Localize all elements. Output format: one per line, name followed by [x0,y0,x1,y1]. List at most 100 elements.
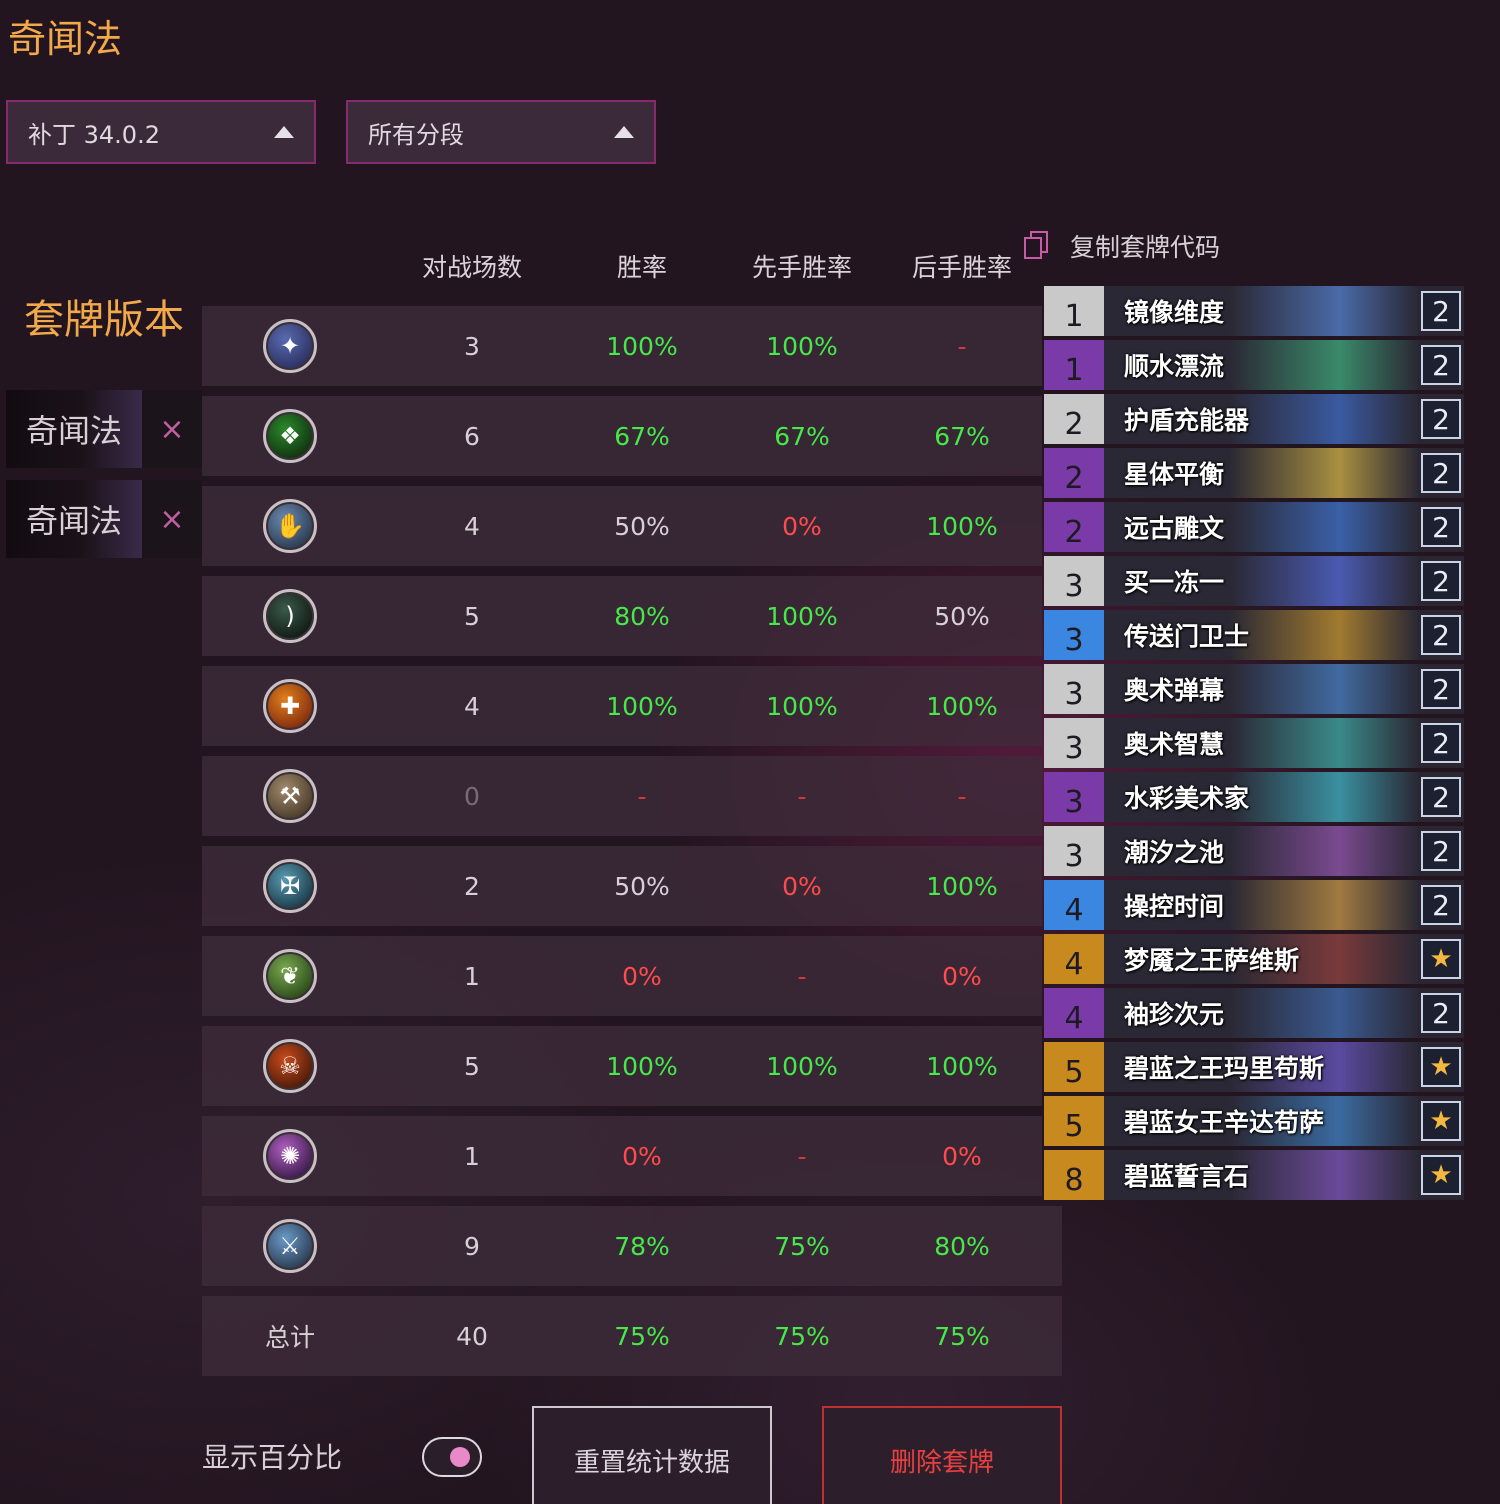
card-name: 奥术弹幕 [1104,664,1418,714]
version-name[interactable]: 奇闻法 [6,390,142,468]
card-count: 2 [1418,826,1464,876]
version-name[interactable]: 奇闻法 [6,480,142,558]
games-cell: 5 [464,1051,480,1081]
card-cost: 2 [1044,448,1104,498]
card-name: 碧蓝誓言石 [1104,1150,1418,1200]
show-percent-toggle[interactable] [422,1437,482,1477]
games-cell: 3 [464,331,480,361]
card-count: 2 [1418,664,1464,714]
card-count: 2 [1418,880,1464,930]
card-count-badge: 2 [1421,723,1461,763]
card-row[interactable]: 1 镜像维度 2 [1044,286,1464,336]
card-name: 水彩美术家 [1104,772,1418,822]
card-row[interactable]: 4 袖珍次元 2 [1044,988,1464,1038]
rank-dropdown[interactable]: 所有分段 [346,100,656,164]
card-row[interactable]: 3 奥术智慧 2 [1044,718,1464,768]
card-count-badge: 2 [1421,885,1461,925]
version-item[interactable]: 奇闻法 × [6,390,202,468]
copy-deck-code-button[interactable]: 复制套牌代码 [1024,226,1220,266]
card-name: 碧蓝女王辛达苟萨 [1104,1096,1418,1146]
card-count: 2 [1418,286,1464,336]
card-count: ★ [1418,1042,1464,1092]
header-winrate: 胜率 [616,253,667,282]
warlock-class-icon: ☠ [263,1039,317,1093]
card-cost: 2 [1044,502,1104,552]
second-winrate-cell: 0% [942,1141,982,1171]
matchup-row: ☠ 5 100% 100% 100% [202,1026,1042,1106]
rogue-class-icon: ❖ [263,409,317,463]
class-icon-cell: ❦ [210,936,370,1016]
class-icon-cell: ✦ [210,306,370,386]
close-icon[interactable]: × [142,390,202,468]
card-row[interactable]: 1 顺水漂流 2 [1044,340,1464,390]
card-row[interactable]: 8 碧蓝誓言石 ★ [1044,1150,1464,1200]
caret-up-icon [614,126,634,138]
second-winrate-cell: 100% [926,511,998,541]
version-item[interactable]: 奇闻法 × [6,480,202,558]
matchup-row: ✦ 3 100% 100% - [202,306,1042,386]
second-winrate-cell: 80% [934,1231,990,1261]
card-count-badge: 2 [1421,507,1461,547]
card-cost: 1 [1044,340,1104,390]
card-count: ★ [1418,934,1464,984]
card-count: 2 [1418,502,1464,552]
class-icon-cell: ✺ [210,1116,370,1196]
card-name: 顺水漂流 [1104,340,1418,390]
card-cost: 8 [1044,1150,1104,1200]
second-winrate-cell: 50% [934,601,990,631]
close-icon[interactable]: × [142,480,202,558]
copy-deck-code-label: 复制套牌代码 [1070,233,1221,262]
card-count: 2 [1418,556,1464,606]
card-count: ★ [1418,1096,1464,1146]
card-row[interactable]: 3 买一冻一 2 [1044,556,1464,606]
card-row[interactable]: 2 星体平衡 2 [1044,448,1464,498]
card-count: 2 [1418,718,1464,768]
card-name: 镜像维度 [1104,286,1418,336]
card-row[interactable]: 4 梦魇之王萨维斯 ★ [1044,934,1464,984]
card-row[interactable]: 3 传送门卫士 2 [1044,610,1464,660]
card-row[interactable]: 3 潮汐之池 2 [1044,826,1464,876]
class-icon-cell: ☠ [210,1026,370,1106]
card-row[interactable]: 5 碧蓝女王辛达苟萨 ★ [1044,1096,1464,1146]
second-winrate-cell: 100% [926,871,998,901]
delete-deck-button[interactable]: 删除套牌 [822,1406,1062,1504]
first-winrate-cell: 100% [766,601,838,631]
winrate-cell: 78% [614,1231,670,1261]
card-cost: 2 [1044,394,1104,444]
show-percent-label: 显示百分比 [202,1441,343,1474]
copy-icon [1024,231,1050,261]
reset-stats-button[interactable]: 重置统计数据 [532,1406,772,1504]
card-name: 星体平衡 [1104,448,1418,498]
card-row[interactable]: 2 远古雕文 2 [1044,502,1464,552]
total-row: 总计 40 75% 75% 75% [202,1296,1062,1376]
card-cost: 4 [1044,988,1104,1038]
first-winrate-cell: 75% [774,1231,830,1261]
card-cost: 4 [1044,880,1104,930]
card-name: 碧蓝之王玛里苟斯 [1104,1042,1418,1092]
card-row[interactable]: 4 操控时间 2 [1044,880,1464,930]
shaman-class-icon: ✋ [263,499,317,553]
patch-dropdown[interactable]: 补丁 34.0.2 [6,100,316,164]
card-row[interactable]: 2 护盾充能器 2 [1044,394,1464,444]
card-name: 远古雕文 [1104,502,1418,552]
card-row[interactable]: 3 奥术弹幕 2 [1044,664,1464,714]
card-row[interactable]: 3 水彩美术家 2 [1044,772,1464,822]
caret-up-icon [274,126,294,138]
first-winrate-cell: 0% [782,511,822,541]
card-cost: 5 [1044,1096,1104,1146]
card-cost: 3 [1044,664,1104,714]
matchup-row: ⚒ 0 - - - [202,756,1042,836]
winrate-cell: 100% [606,691,678,721]
games-cell: 1 [464,961,480,991]
card-count-badge: 2 [1421,615,1461,655]
card-count: 2 [1418,340,1464,390]
total-first-winrate: 75% [774,1321,830,1351]
card-count: 2 [1418,394,1464,444]
total-second-winrate: 75% [934,1321,990,1351]
header-games: 对战场数 [421,253,522,282]
card-count: 2 [1418,448,1464,498]
games-cell: 5 [464,601,480,631]
versions-title: 套牌版本 [24,297,184,343]
card-row[interactable]: 5 碧蓝之王玛里苟斯 ★ [1044,1042,1464,1092]
card-cost: 5 [1044,1042,1104,1092]
